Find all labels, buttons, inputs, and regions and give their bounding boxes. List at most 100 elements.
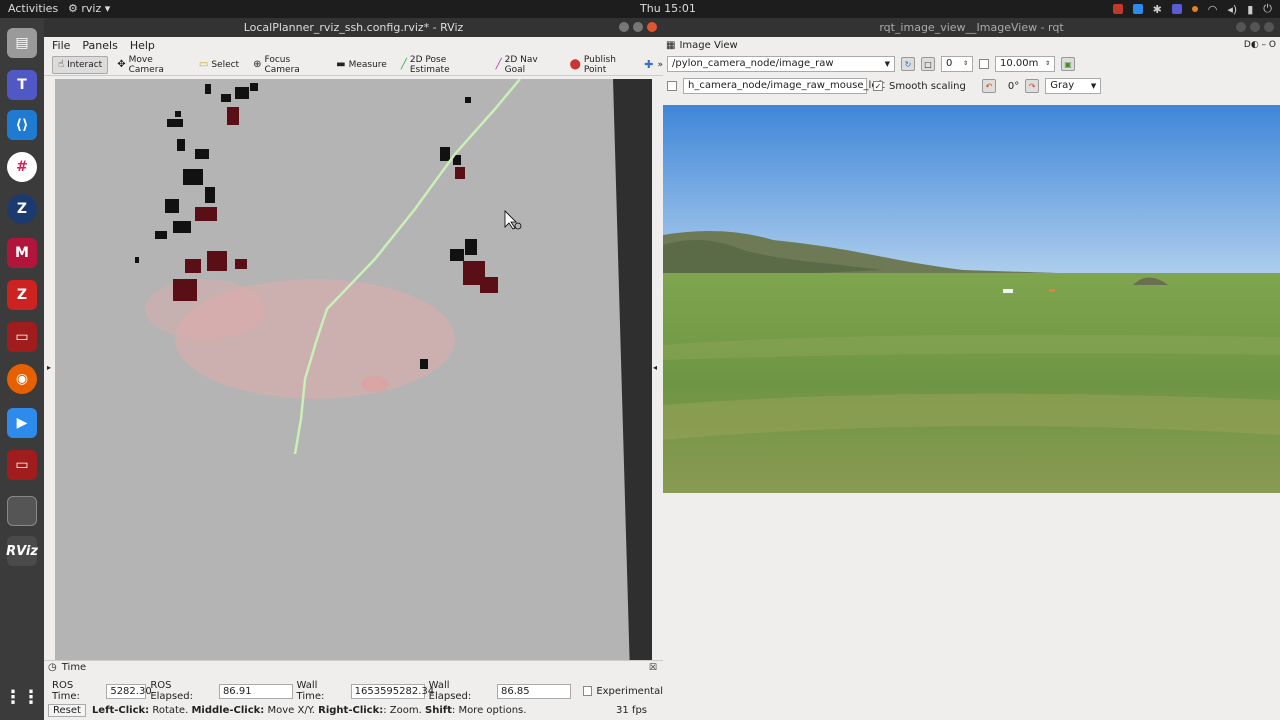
zoom-fit-icon[interactable]: □ bbox=[921, 57, 935, 71]
rviz-window: LocalPlanner_rviz_ssh.config.rviz* - RVi… bbox=[44, 18, 663, 720]
left-dock-toggle-icon[interactable]: ▸ bbox=[47, 363, 51, 372]
hand-icon: ☝ bbox=[58, 59, 65, 70]
time-panel-close-icon[interactable]: ☒ bbox=[649, 663, 657, 673]
rqt-minimize-button[interactable] bbox=[1236, 22, 1246, 32]
menu-panels[interactable]: Panels bbox=[82, 39, 117, 52]
wall-time-field[interactable]: 1653595282.34 bbox=[350, 683, 434, 699]
slack-tray-icon[interactable]: ✱ bbox=[1153, 3, 1162, 16]
wifi-icon[interactable]: ◠ bbox=[1208, 3, 1218, 16]
3d-viewport[interactable] bbox=[55, 79, 652, 675]
color-scheme-select[interactable]: Gray ▼ bbox=[1045, 78, 1102, 94]
clock[interactable]: Thu 15:01 bbox=[640, 2, 696, 15]
tool-select[interactable]: ▭ Select bbox=[194, 56, 244, 74]
mendeley-icon[interactable]: M bbox=[7, 238, 37, 268]
rqt-close-button[interactable] bbox=[1264, 22, 1274, 32]
power-icon[interactable]: ⏻ bbox=[1263, 2, 1272, 16]
status-bar: Reset Left-Click: Rotate. Middle-Click: … bbox=[44, 702, 663, 718]
rqt-maximize-button[interactable] bbox=[1250, 22, 1260, 32]
smooth-scaling-checkbox[interactable]: ✓ bbox=[873, 81, 883, 91]
terminal-icon[interactable]: ▭ bbox=[7, 322, 37, 352]
record-icon[interactable] bbox=[1112, 4, 1123, 14]
system-tray: ✱ ◠ ◂) ▮ ⏻ bbox=[1112, 1, 1272, 17]
reset-button[interactable]: Reset bbox=[48, 703, 86, 717]
battery-icon[interactable]: ▮ bbox=[1247, 3, 1253, 16]
tool-label: 2D Nav Goal bbox=[504, 54, 538, 75]
rqt-titlebar[interactable]: rqt_image_view__ImageView - rqt bbox=[663, 18, 1280, 37]
status-hint: Left-Click: Rotate. Middle-Click: Move X… bbox=[92, 705, 526, 716]
refresh-icon[interactable]: ↻ bbox=[901, 57, 915, 71]
notification-icon[interactable] bbox=[1191, 6, 1198, 12]
tool-focus-camera[interactable]: ⊕ Focus Camera bbox=[248, 54, 327, 75]
maximize-button[interactable] bbox=[633, 22, 643, 32]
mouse-publish-checkbox[interactable] bbox=[667, 81, 677, 91]
activities-button[interactable]: Activities bbox=[8, 2, 58, 15]
wall-elapsed-label: Wall Elapsed: bbox=[428, 680, 472, 702]
tool-interact[interactable]: ☝ Interact bbox=[52, 55, 109, 74]
chevron-down-icon: ▼ bbox=[1090, 82, 1097, 90]
image-view-grip-icon: ▦ bbox=[666, 39, 676, 51]
tool-measure[interactable]: ▬ Measure bbox=[331, 56, 392, 74]
rviz-titlebar[interactable]: LocalPlanner_rviz_ssh.config.rviz* - RVi… bbox=[44, 18, 663, 37]
experimental-checkbox[interactable] bbox=[582, 686, 593, 696]
tool-publish-point[interactable]: ⬤ Publish Point bbox=[565, 55, 641, 75]
options-row: h_camera_node/image_raw_mouse_left ✓ Smo… bbox=[663, 75, 1280, 97]
fps-readout: 31 fps bbox=[616, 704, 647, 716]
zotero-icon[interactable]: Z bbox=[7, 280, 37, 310]
camera-image[interactable] bbox=[663, 105, 1280, 493]
ruler-icon: ▬ bbox=[336, 59, 346, 70]
terminal2-icon[interactable]: ▭ bbox=[7, 450, 37, 480]
rotate-left-icon[interactable]: ↶ bbox=[981, 79, 996, 93]
camera-image-render bbox=[663, 105, 1280, 493]
topic-value: /pylon_camera_node/image_raw bbox=[672, 58, 834, 69]
save-image-icon[interactable]: ▣ bbox=[1061, 57, 1075, 71]
hint-right-click: Right-Click: bbox=[318, 704, 384, 716]
minimize-button[interactable] bbox=[619, 22, 629, 32]
time-panel-header: ◷ Time ☒ bbox=[44, 660, 663, 674]
max-range-spin[interactable]: 10.00m ⇕ bbox=[995, 56, 1055, 72]
menu-help[interactable]: Help bbox=[130, 39, 155, 52]
window-icon[interactable] bbox=[7, 496, 37, 526]
tool-label: Focus Camera bbox=[264, 54, 300, 75]
arrow-purple-icon: ╱ bbox=[495, 59, 502, 70]
zoom-z-icon[interactable]: Z bbox=[7, 194, 37, 224]
chevron-down-icon: ▼ bbox=[884, 60, 890, 68]
rviz-icon[interactable]: RViz bbox=[6, 536, 38, 566]
app-grid-icon[interactable]: ⋮⋮ bbox=[4, 682, 40, 712]
panel-controls[interactable]: D◐ – O bbox=[1244, 40, 1276, 50]
pin-icon: ⬤ bbox=[569, 59, 581, 70]
tool-2d-pose-estimate[interactable]: ╱ 2D Pose Estimate bbox=[396, 55, 487, 75]
rotate-right-icon[interactable]: ↷ bbox=[1025, 79, 1040, 93]
tool-label: Interact bbox=[67, 59, 103, 70]
firefox-icon[interactable]: ◉ bbox=[7, 364, 37, 394]
menu-file[interactable]: File bbox=[52, 39, 70, 52]
range-checkbox[interactable] bbox=[979, 59, 989, 69]
vscode-icon[interactable]: ⟨⟩ bbox=[7, 110, 37, 140]
time-fields-row: ROS Time: 5282.30 ROS Elapsed: 86.91 Wal… bbox=[44, 680, 663, 702]
volume-icon[interactable]: ◂) bbox=[1227, 3, 1237, 16]
zoom-tray-icon[interactable] bbox=[1132, 4, 1143, 14]
topic-row: /pylon_camera_node/image_raw ▼ ↻ □ 0 ⇕ 10.… bbox=[663, 53, 1280, 75]
spin-box[interactable]: 0 ⇕ bbox=[941, 56, 973, 72]
add-tool-icon[interactable]: ✚ bbox=[644, 58, 653, 71]
app-menu[interactable]: ⚙ rviz ▾ bbox=[68, 2, 110, 15]
topic-select[interactable]: /pylon_camera_node/image_raw ▼ bbox=[667, 56, 895, 72]
tool-move-camera[interactable]: ✥ Move Camera bbox=[112, 55, 190, 75]
move-icon: ✥ bbox=[117, 59, 126, 70]
experimental-label: Experimental bbox=[596, 685, 663, 697]
tool-2d-nav-goal[interactable]: ╱ 2D Nav Goal bbox=[491, 54, 561, 75]
mouse-topic-field[interactable]: h_camera_node/image_raw_mouse_left bbox=[683, 78, 885, 94]
right-dock-toggle-icon[interactable]: ◂ bbox=[653, 363, 657, 372]
max-range-value: 10.00m bbox=[1000, 58, 1039, 69]
teams-icon[interactable]: T bbox=[7, 70, 37, 100]
zoom-icon[interactable]: ▶ bbox=[7, 408, 37, 438]
ros-elapsed-field[interactable]: 86.91 bbox=[218, 683, 293, 699]
arrow-green-icon: ╱ bbox=[400, 59, 407, 70]
slack-icon[interactable]: # bbox=[7, 152, 37, 182]
teams-tray-icon[interactable] bbox=[1171, 4, 1182, 14]
wall-elapsed-field[interactable]: 86.85 bbox=[497, 683, 571, 699]
tool-label: Select bbox=[211, 59, 240, 70]
close-button[interactable] bbox=[647, 22, 657, 32]
ros-time-field[interactable]: 5282.30 bbox=[106, 683, 152, 699]
costmap-render bbox=[55, 79, 652, 675]
files-icon[interactable]: ▤ bbox=[7, 28, 37, 58]
